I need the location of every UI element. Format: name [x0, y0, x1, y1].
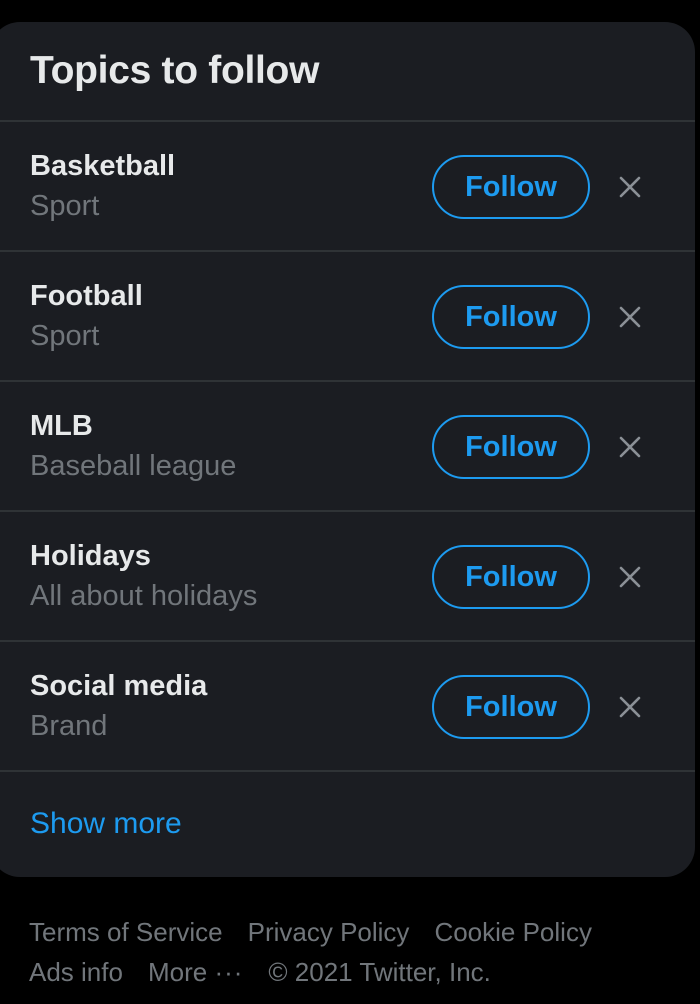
divider — [0, 770, 695, 772]
cookie-policy-link[interactable]: Cookie Policy — [434, 912, 592, 952]
more-dots-icon: ··· — [214, 957, 244, 987]
show-more-link[interactable]: Show more — [30, 804, 182, 844]
ads-info-link[interactable]: Ads info — [29, 952, 123, 992]
topic-name: MLB — [30, 410, 93, 442]
panel-title: Topics to follow — [30, 49, 320, 92]
topic-name: Football — [30, 280, 143, 312]
topic-category: All about holidays — [30, 580, 258, 612]
copyright-text: © 2021 Twitter, Inc. — [268, 957, 491, 987]
close-icon[interactable] — [614, 301, 646, 333]
footer-links: Terms of Service Privacy Policy Cookie P… — [29, 912, 679, 992]
topic-row-football[interactable]: Football Sport Follow — [0, 252, 695, 380]
terms-of-service-link[interactable]: Terms of Service — [29, 912, 223, 952]
topic-category: Brand — [30, 710, 108, 742]
topic-name: Social media — [30, 670, 208, 702]
topic-name: Holidays — [30, 540, 151, 572]
topic-category: Sport — [30, 190, 100, 222]
follow-button[interactable]: Follow — [432, 285, 590, 349]
more-menu[interactable]: More ··· — [148, 952, 243, 992]
topic-row-social-media[interactable]: Social media Brand Follow — [0, 642, 695, 770]
follow-button[interactable]: Follow — [432, 155, 590, 219]
follow-button[interactable]: Follow — [432, 415, 590, 479]
footer-line: Terms of Service Privacy Policy Cookie P… — [29, 912, 679, 952]
topic-name: Basketball — [30, 150, 176, 182]
footer-line: Ads info More ··· © 2021 Twitter, Inc. — [29, 952, 679, 992]
topic-category: Baseball league — [30, 450, 237, 482]
close-icon[interactable] — [614, 171, 646, 203]
close-icon[interactable] — [614, 431, 646, 463]
topic-row-mlb[interactable]: MLB Baseball league Follow — [0, 382, 695, 510]
follow-button[interactable]: Follow — [432, 545, 590, 609]
privacy-policy-link[interactable]: Privacy Policy — [248, 912, 410, 952]
follow-button[interactable]: Follow — [432, 675, 590, 739]
close-icon[interactable] — [614, 691, 646, 723]
close-icon[interactable] — [614, 561, 646, 593]
topic-row-holidays[interactable]: Holidays All about holidays Follow — [0, 512, 695, 640]
more-label: More — [147, 957, 208, 987]
topic-row-basketball[interactable]: Basketball Sport Follow — [0, 122, 695, 250]
topic-category: Sport — [30, 320, 100, 352]
topics-to-follow-panel: Topics to follow Basketball Sport Follow… — [0, 22, 695, 877]
